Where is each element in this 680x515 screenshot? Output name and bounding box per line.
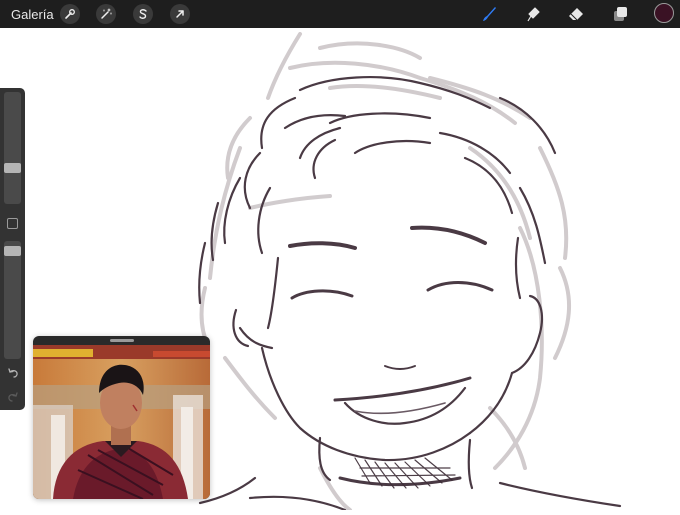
opacity-slider[interactable] bbox=[4, 241, 21, 359]
redo-icon[interactable] bbox=[4, 390, 21, 404]
gallery-button[interactable]: Galería bbox=[11, 7, 54, 22]
square-modify-icon[interactable] bbox=[7, 218, 18, 229]
undo-icon[interactable] bbox=[4, 366, 21, 380]
left-sidebar bbox=[0, 88, 25, 410]
reference-photo bbox=[33, 345, 210, 499]
magic-wand-icon[interactable] bbox=[96, 4, 116, 24]
top-toolbar: Galería bbox=[0, 0, 680, 28]
selection-s-icon[interactable] bbox=[133, 4, 153, 24]
brush-icon[interactable] bbox=[478, 4, 500, 24]
reference-drag-handle[interactable] bbox=[110, 339, 134, 342]
eraser-icon[interactable] bbox=[565, 4, 587, 24]
arrow-cursor-icon[interactable] bbox=[170, 4, 190, 24]
brush-size-slider[interactable] bbox=[4, 92, 21, 204]
brush-size-thumb[interactable] bbox=[4, 163, 21, 173]
reference-window[interactable] bbox=[33, 336, 210, 499]
wrench-icon[interactable] bbox=[60, 4, 80, 24]
smudge-icon[interactable] bbox=[522, 4, 544, 24]
ink-lines bbox=[198, 76, 622, 512]
color-swatch[interactable] bbox=[654, 3, 674, 23]
opacity-thumb[interactable] bbox=[4, 246, 21, 256]
layers-icon[interactable] bbox=[609, 4, 631, 24]
